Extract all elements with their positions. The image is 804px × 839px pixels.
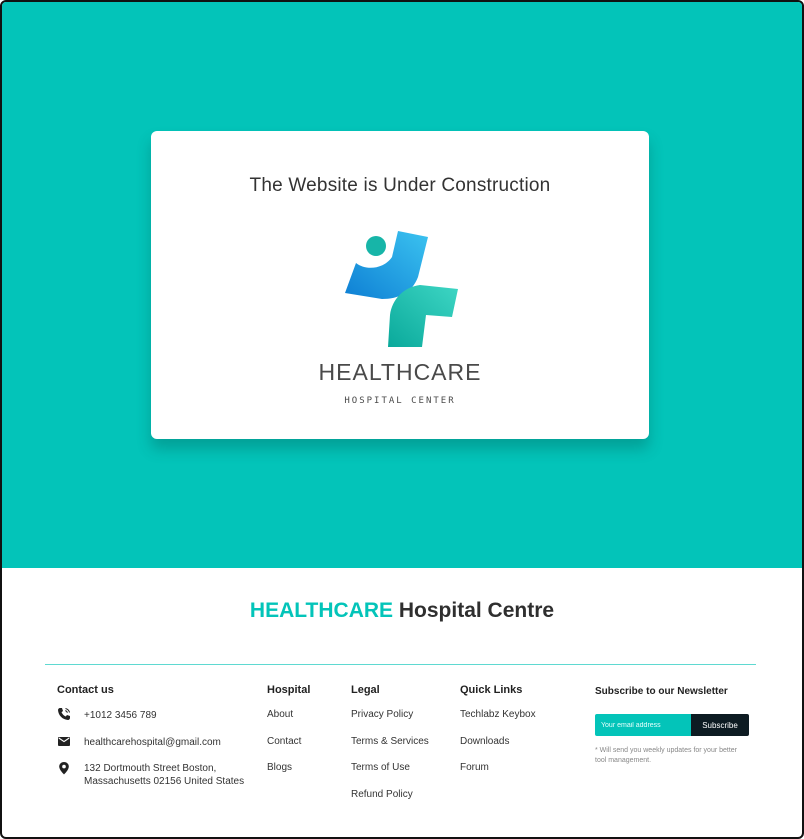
quick-links-heading: Quick Links	[460, 684, 523, 696]
footer-link-downloads[interactable]: Downloads	[460, 736, 509, 747]
footer-link-privacy-policy[interactable]: Privacy Policy	[351, 709, 413, 720]
logo-brand-word: HEALTHCARE	[318, 359, 482, 385]
hospital-heading: Hospital	[267, 684, 311, 696]
page-title: The Website is Under Construction	[249, 175, 551, 196]
subscribe-button[interactable]: Subscribe	[691, 714, 749, 736]
healthcare-logo-icon	[345, 231, 458, 347]
footer-link-terms-of-use[interactable]: Terms of Use	[351, 762, 410, 773]
email-icon	[58, 737, 70, 746]
footer-link-about[interactable]: About	[267, 709, 293, 720]
contact-email[interactable]: healthcarehospital@gmail.com	[84, 736, 221, 749]
legal-heading: Legal	[351, 684, 380, 696]
page-frame: The Website is Under Construction HEALTH…	[0, 0, 804, 839]
footer-link-terms-services[interactable]: Terms & Services	[351, 736, 429, 747]
newsletter-note: * Will send you weekly updates for your …	[595, 747, 738, 764]
footer-link-contact[interactable]: Contact	[267, 736, 301, 747]
footer-brand-rest: Hospital Centre	[393, 599, 555, 622]
contact-phone[interactable]: +1012 3456 789	[84, 709, 157, 722]
construction-card: The Website is Under Construction HEALTH…	[151, 131, 649, 439]
phone-icon	[58, 708, 70, 720]
hero-section: The Website is Under Construction HEALTH…	[2, 2, 802, 568]
location-pin-icon	[59, 762, 69, 775]
footer-divider	[45, 664, 756, 665]
logo-brand-subtitle: HOSPITAL CENTER	[344, 396, 456, 406]
footer-link-blogs[interactable]: Blogs	[267, 762, 292, 773]
contact-address: 132 Dortmouth Street Boston, Massachuset…	[84, 762, 244, 788]
address-line-1: 132 Dortmouth Street Boston,	[84, 763, 217, 774]
footer-link-forum[interactable]: Forum	[460, 762, 489, 773]
footer-link-techlabz-keybox[interactable]: Techlabz Keybox	[460, 709, 536, 720]
address-line-2: Massachusetts 02156 United States	[84, 776, 245, 787]
contact-heading: Contact us	[57, 684, 114, 696]
footer-link-refund-policy[interactable]: Refund Policy	[351, 789, 413, 800]
footer-brand-title: HEALTHCARE Hospital Centre	[2, 599, 802, 623]
newsletter-email-input[interactable]	[595, 714, 691, 736]
newsletter-heading: Subscribe to our Newsletter	[595, 686, 728, 697]
footer-brand-accent: HEALTHCARE	[249, 599, 394, 622]
